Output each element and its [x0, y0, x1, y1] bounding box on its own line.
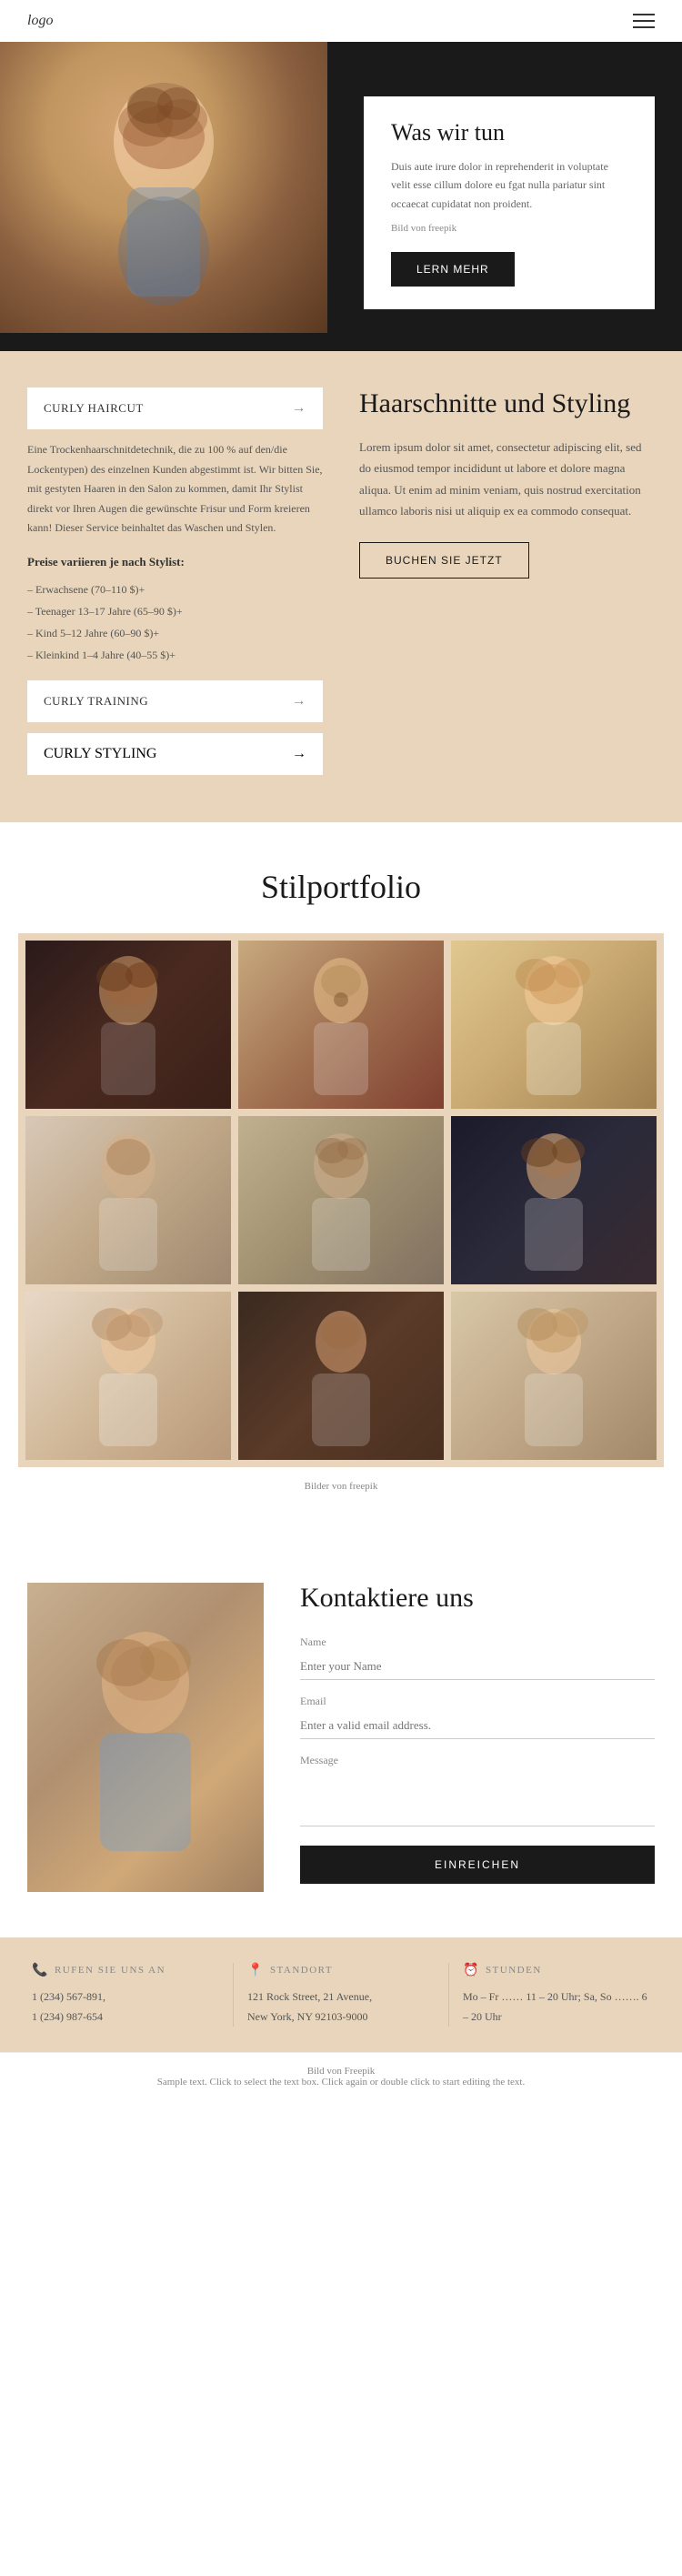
styling-arrow-icon: → [292, 746, 306, 762]
contact-title: Kontaktiere uns [300, 1583, 655, 1614]
hero-cta-button[interactable]: LERN MEHR [391, 252, 515, 287]
navigation: logo [0, 0, 682, 42]
portfolio-item-9 [451, 1292, 657, 1460]
hero-description: Duis aute irure dolor in reprehenderit i… [391, 157, 627, 213]
curly-styling-label: CURLY STYLING [44, 746, 156, 762]
portfolio-item-5 [238, 1116, 444, 1284]
portfolio-item-1 [25, 941, 231, 1109]
portfolio-item-8 [238, 1292, 444, 1460]
curly-training-label: CURLY TRAINING [44, 694, 148, 709]
hero-section: Was wir tun Duis aute irure dolor in rep… [0, 42, 682, 351]
phone-number-1[interactable]: 1 (234) 567-891, [32, 1987, 219, 2007]
services-section: CURLY HAIRCUT → Eine Trockenhaarschnitde… [0, 351, 682, 822]
price-adult: – Erwachsene (70–110 $)+ [27, 579, 323, 600]
message-label: Message [300, 1754, 655, 1767]
curly-haircut-item[interactable]: CURLY HAIRCUT → [27, 387, 323, 429]
hours-title: ⏰ STUNDEN [463, 1963, 650, 1978]
portfolio-section: Stilportfolio [0, 822, 682, 1537]
contact-section: Kontaktiere uns Name Email Message EINRE… [0, 1537, 682, 1937]
price-toddler: – Kleinkind 1–4 Jahre (40–55 $)+ [27, 644, 323, 666]
hours-icon: ⏰ [463, 1963, 480, 1978]
name-input[interactable] [300, 1654, 655, 1680]
hero-title: Was wir tun [391, 119, 627, 146]
curly-styling-item[interactable]: CURLY STYLING → [27, 733, 323, 775]
portfolio-item-6 [451, 1116, 657, 1284]
footer-location: 📍 STANDORT 121 Rock Street, 21 Avenue, N… [234, 1963, 449, 2027]
hero-freepik: Bild von freepik [391, 220, 627, 237]
phone-icon: 📞 [32, 1963, 49, 1978]
services-left: CURLY HAIRCUT → Eine Trockenhaarschnitde… [27, 387, 323, 786]
location-icon: 📍 [247, 1963, 265, 1978]
hours-line-2: – 20 Uhr [463, 2007, 650, 2028]
contact-form: Kontaktiere uns Name Email Message EINRE… [300, 1583, 655, 1892]
message-textarea[interactable] [300, 1772, 655, 1826]
footer-hours: ⏰ STUNDEN Mo – Fr …… 11 – 20 Uhr; Sa, So… [449, 1963, 664, 2027]
address-line-2: New York, NY 92103-9000 [247, 2007, 435, 2028]
services-title: Haarschnitte und Styling [359, 387, 655, 420]
service-prices: Preise variieren je nach Stylist: – Erwa… [27, 555, 323, 666]
email-input[interactable] [300, 1713, 655, 1739]
curly-training-item[interactable]: CURLY TRAINING → [27, 680, 323, 722]
phone-title: 📞 RUFEN SIE UNS AN [32, 1963, 219, 1978]
portfolio-item-3 [451, 941, 657, 1109]
haircut-arrow-icon: → [292, 400, 307, 417]
name-label: Name [300, 1635, 655, 1649]
services-description: Lorem ipsum dolor sit amet, consectetur … [359, 437, 655, 522]
price-teen: – Teenager 13–17 Jahre (65–90 $)+ [27, 600, 323, 622]
location-title: 📍 STANDORT [247, 1963, 435, 1978]
hamburger-menu[interactable] [633, 14, 655, 28]
service-description: Eine Trockenhaarschnitdetechnik, die zu … [27, 440, 323, 538]
price-child: – Kind 5–12 Jahre (60–90 $)+ [27, 622, 323, 644]
training-arrow-icon: → [292, 693, 307, 709]
book-now-button[interactable]: BUCHEN SIE JETZT [359, 542, 529, 579]
curly-haircut-label: CURLY HAIRCUT [44, 401, 144, 416]
footer-phone: 📞 RUFEN SIE UNS AN 1 (234) 567-891, 1 (2… [18, 1963, 234, 2027]
email-label: Email [300, 1695, 655, 1708]
hero-image [0, 42, 327, 333]
portfolio-item-7 [25, 1292, 231, 1460]
hours-line-1: Mo – Fr …… 11 – 20 Uhr; Sa, So ……. 6 [463, 1987, 650, 2007]
portfolio-item-2 [238, 941, 444, 1109]
logo[interactable]: logo [27, 13, 53, 29]
portfolio-item-4 [25, 1116, 231, 1284]
portfolio-title: Stilportfolio [18, 868, 664, 906]
hero-text-box: Was wir tun Duis aute irure dolor in rep… [364, 96, 655, 309]
prices-title: Preise variieren je nach Stylist: [27, 555, 323, 569]
contact-image [27, 1583, 264, 1892]
portfolio-freepik: Bilder von freepik [18, 1467, 664, 1519]
sample-text: Sample text. Click to select the text bo… [157, 2077, 525, 2088]
address-line-1: 121 Rock Street, 21 Avenue, [247, 1987, 435, 2007]
bottom-bar: Bild von Freepik Sample text. Click to s… [0, 2052, 682, 2100]
services-right: Haarschnitte und Styling Lorem ipsum dol… [359, 387, 655, 786]
hero-person-visual [0, 42, 327, 333]
footer-info: 📞 RUFEN SIE UNS AN 1 (234) 567-891, 1 (2… [0, 1937, 682, 2052]
phone-number-2[interactable]: 1 (234) 987-654 [32, 2007, 219, 2028]
portfolio-grid [18, 933, 664, 1467]
freepik-bottom-text: Bild von Freepik [307, 2066, 376, 2077]
submit-button[interactable]: EINREICHEN [300, 1846, 655, 1884]
